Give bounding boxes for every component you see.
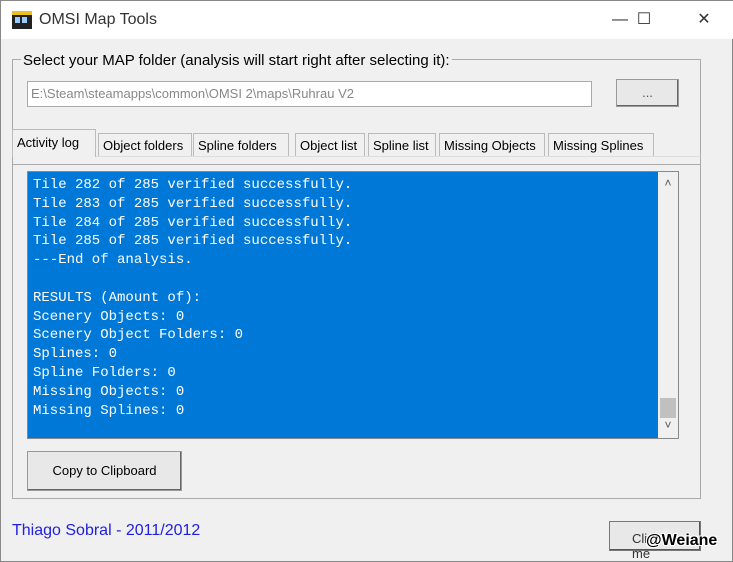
tab-missing-objects[interactable]: Missing Objects	[439, 133, 545, 157]
log-line: Tile 285 of 285 verified successfully.	[33, 233, 353, 250]
tab-activity-log[interactable]: Activity log	[12, 129, 96, 157]
log-line: Splines: 0	[33, 346, 118, 363]
log-line: Missing Objects: 0	[33, 383, 185, 400]
log-line: Scenery Objects: 0	[33, 308, 185, 325]
log-line: Tile 284 of 285 verified successfully.	[33, 214, 353, 231]
tab-spline-list[interactable]: Spline list	[368, 133, 436, 157]
scroll-up-icon[interactable]: ˄	[658, 174, 678, 194]
log-line: RESULTS (Amount of):	[33, 289, 202, 306]
log-line: Missing Splines: 0	[33, 402, 185, 419]
log-line: Scenery Object Folders: 0	[33, 327, 244, 344]
tab-spline-folders[interactable]: Spline folders	[193, 133, 289, 157]
tab-object-folders[interactable]: Object folders	[98, 133, 192, 157]
log-line: ---End of analysis.	[33, 252, 193, 269]
maximize-button[interactable]: ☐	[621, 7, 667, 33]
watermark: @Weiane	[646, 532, 718, 549]
log-line: Tile 282 of 285 verified successfully.	[33, 177, 353, 193]
copy-to-clipboard-button[interactable]: Copy to Clipboard	[27, 451, 182, 491]
log-line: Tile 283 of 285 verified successfully.	[33, 195, 353, 212]
log-scrollbar[interactable]: ˄ ˅	[658, 172, 678, 438]
scroll-thumb[interactable]	[660, 398, 676, 418]
window-title: OMSI Map Tools	[39, 11, 157, 28]
browse-button[interactable]: ...	[616, 79, 679, 107]
map-folder-label: Select your MAP folder (analysis will st…	[21, 52, 452, 69]
scroll-down-icon[interactable]: ˅	[658, 416, 678, 436]
activity-log-textarea[interactable]: Tile 282 of 285 verified successfully. Ti…	[27, 171, 679, 439]
tab-missing-splines[interactable]: Missing Splines	[548, 133, 654, 157]
tab-object-list[interactable]: Object list	[295, 133, 365, 157]
close-window-button[interactable]: ✕	[681, 7, 727, 33]
activity-log-text: Tile 282 of 285 verified successfully. Ti…	[33, 176, 352, 420]
log-line: Spline Folders: 0	[33, 364, 176, 381]
map-folder-path-input[interactable]: E:\Steam\steamapps\common\OMSI 2\maps\Ru…	[27, 81, 592, 107]
title-bar: OMSI Map Tools — ☐ ✕	[1, 1, 733, 39]
bus-app-icon	[12, 11, 32, 29]
credit-text: Thiago Sobral - 2011/2012	[12, 522, 201, 539]
